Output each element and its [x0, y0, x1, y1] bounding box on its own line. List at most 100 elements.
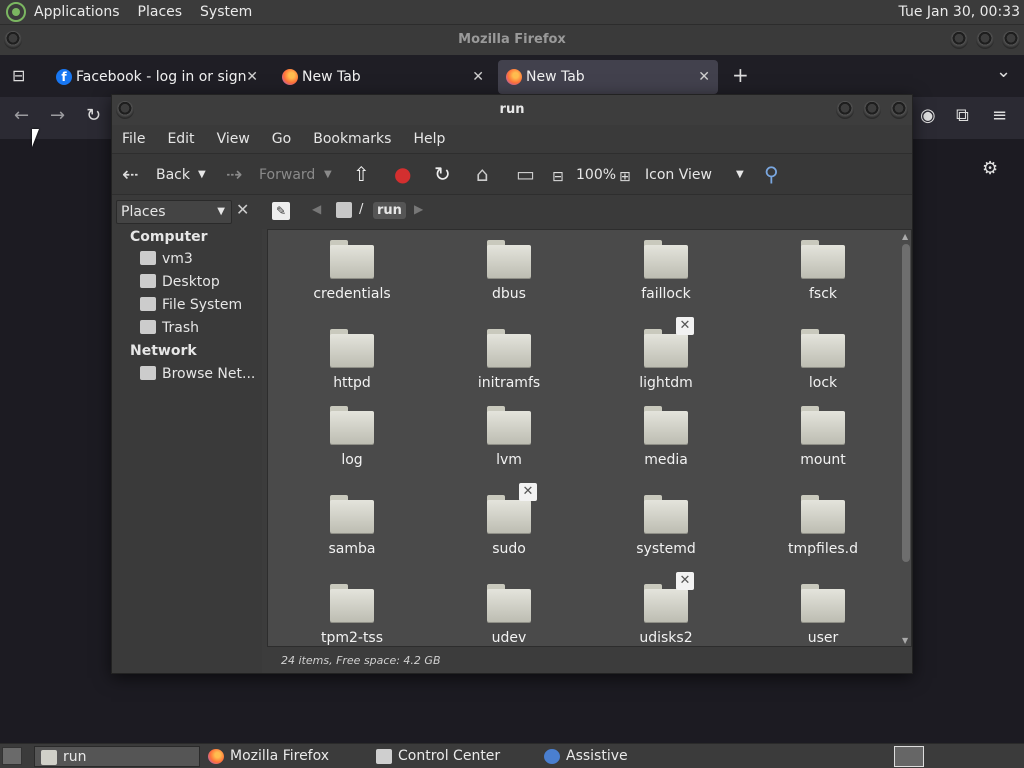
- folder-item[interactable]: fsck: [758, 240, 888, 302]
- system-menu[interactable]: System: [200, 4, 252, 20]
- tab-facebook[interactable]: f Facebook - log in or sign up ✕: [48, 60, 266, 119]
- forward-icon[interactable]: ⇢: [226, 164, 243, 184]
- vertical-scrollbar[interactable]: ▲ ▼: [902, 232, 910, 645]
- mate-logo-icon[interactable]: [6, 2, 26, 22]
- tab-close-icon[interactable]: ✕: [698, 60, 710, 94]
- reload-icon[interactable]: ↻: [434, 164, 451, 184]
- scroll-up-icon[interactable]: ▲: [902, 232, 908, 241]
- menu-file[interactable]: File: [122, 131, 145, 147]
- applications-menu[interactable]: Applications: [34, 4, 120, 20]
- forward-arrow-icon[interactable]: →: [50, 105, 65, 126]
- task-control-center[interactable]: Control Center: [370, 746, 536, 767]
- folder-item[interactable]: tpm2-tss: [287, 584, 417, 646]
- maximize-icon[interactable]: [976, 31, 994, 49]
- stop-icon[interactable]: ●: [394, 164, 411, 184]
- back-arrow-icon[interactable]: ←: [14, 105, 29, 126]
- forward-history-dropdown[interactable]: ▼: [324, 154, 332, 196]
- sidebar-item-desktop[interactable]: Desktop: [140, 272, 220, 292]
- places-menu[interactable]: Places: [138, 4, 183, 20]
- up-arrow-icon[interactable]: ⇧: [353, 164, 370, 184]
- forward-button[interactable]: Forward: [259, 154, 315, 196]
- icon-view[interactable]: credentials dbus faillock fsck httpd initramf…: [267, 229, 912, 647]
- account-icon[interactable]: ◉: [920, 105, 936, 126]
- sidebar-item-trash[interactable]: Trash: [140, 318, 199, 338]
- firefox-icon: [208, 749, 224, 764]
- minimize-icon[interactable]: [950, 31, 968, 49]
- menu-edit[interactable]: Edit: [167, 131, 194, 147]
- minimize-icon[interactable]: [836, 101, 854, 119]
- back-icon[interactable]: ⇠: [122, 164, 139, 184]
- back-history-dropdown[interactable]: ▼: [198, 154, 206, 196]
- tab-close-icon[interactable]: ✕: [246, 60, 258, 94]
- folder-item[interactable]: faillock: [601, 240, 731, 302]
- folder-item[interactable]: credentials: [287, 240, 417, 302]
- folder-item[interactable]: initramfs: [444, 329, 574, 391]
- new-tab-button[interactable]: +: [732, 63, 749, 87]
- sidebar-selector[interactable]: Places ▼: [116, 200, 232, 224]
- task-assistive-technologies[interactable]: Assistive Technologi...: [538, 746, 718, 767]
- menu-view[interactable]: View: [217, 131, 250, 147]
- tab-new-2[interactable]: New Tab ✕: [498, 60, 718, 94]
- view-mode-dropdown[interactable]: ▼: [736, 154, 744, 196]
- search-icon[interactable]: ⚲: [764, 164, 779, 184]
- menu-help[interactable]: Help: [413, 131, 445, 147]
- tab-close-icon[interactable]: ✕: [472, 60, 484, 94]
- workspace-switcher[interactable]: [894, 746, 924, 767]
- folder-item[interactable]: systemd: [601, 495, 731, 557]
- back-button[interactable]: Back: [156, 154, 190, 196]
- show-desktop-icon[interactable]: [2, 747, 22, 765]
- folder-icon: [487, 329, 531, 367]
- close-icon[interactable]: [890, 101, 908, 119]
- folder-item[interactable]: lvm: [444, 406, 574, 468]
- hamburger-menu-icon[interactable]: ≡: [992, 105, 1007, 126]
- filesystem-root-icon[interactable]: [336, 202, 352, 218]
- tab-label: New Tab: [302, 69, 361, 85]
- folder-item[interactable]: httpd: [287, 329, 417, 391]
- folder-item[interactable]: log: [287, 406, 417, 468]
- reload-icon[interactable]: ↻: [86, 105, 101, 126]
- folder-item[interactable]: media: [601, 406, 731, 468]
- menu-bookmarks[interactable]: Bookmarks: [313, 131, 391, 147]
- path-segment-run[interactable]: run: [373, 202, 406, 219]
- menu-go[interactable]: Go: [272, 131, 291, 147]
- folder-item[interactable]: user: [758, 584, 888, 646]
- sidebar-item-vm3[interactable]: vm3: [140, 249, 193, 269]
- taskbar: run Mozilla Firefox Control Center Assis…: [0, 743, 1024, 768]
- folder-item[interactable]: lock: [758, 329, 888, 391]
- zoom-out-icon[interactable]: ⊟: [552, 167, 564, 187]
- folder-item[interactable]: ✕ udisks2: [601, 572, 731, 646]
- close-icon[interactable]: [1002, 31, 1020, 49]
- folder-label: media: [644, 452, 688, 468]
- home-icon[interactable]: ⌂: [476, 164, 489, 184]
- firefox-view-icon[interactable]: ⊟: [12, 66, 25, 85]
- folder-item[interactable]: udev: [444, 584, 574, 646]
- path-scroll-left-icon[interactable]: ◀: [312, 202, 321, 216]
- tab-list-button[interactable]: ⌄: [996, 61, 1011, 82]
- window-menu-icon[interactable]: [4, 31, 22, 49]
- zoom-in-icon[interactable]: ⊞: [619, 167, 631, 187]
- close-sidebar-icon[interactable]: ✕: [236, 200, 249, 219]
- computer-icon[interactable]: ▭: [516, 164, 535, 184]
- folder-item[interactable]: ✕ lightdm: [601, 317, 731, 391]
- sidebar-item-browse-network[interactable]: Browse Net...: [140, 364, 255, 384]
- clock[interactable]: Tue Jan 30, 00:33: [899, 4, 1020, 20]
- extensions-icon[interactable]: ⧉: [956, 105, 969, 126]
- file-manager-window: run File Edit View Go Bookmarks Help ⇠ B…: [111, 94, 913, 674]
- scrollbar-thumb[interactable]: [902, 244, 910, 562]
- path-scroll-right-icon[interactable]: ▶: [414, 202, 423, 216]
- folder-item[interactable]: samba: [287, 495, 417, 557]
- folder-item[interactable]: tmpfiles.d: [758, 495, 888, 557]
- maximize-icon[interactable]: [863, 101, 881, 119]
- window-menu-icon[interactable]: [116, 101, 134, 119]
- view-mode-select[interactable]: Icon View: [645, 154, 712, 196]
- edit-location-icon[interactable]: ✎: [272, 202, 290, 220]
- task-firefox[interactable]: Mozilla Firefox: [202, 746, 368, 767]
- scroll-down-icon[interactable]: ▼: [902, 636, 908, 645]
- tab-new-1[interactable]: New Tab ✕: [274, 60, 492, 94]
- task-run[interactable]: run: [34, 746, 200, 767]
- folder-item[interactable]: mount: [758, 406, 888, 468]
- sidebar-item-file-system[interactable]: File System: [140, 295, 242, 315]
- folder-item[interactable]: ✕ sudo: [444, 483, 574, 557]
- folder-item[interactable]: dbus: [444, 240, 574, 302]
- settings-gear-icon[interactable]: ⚙: [982, 158, 998, 179]
